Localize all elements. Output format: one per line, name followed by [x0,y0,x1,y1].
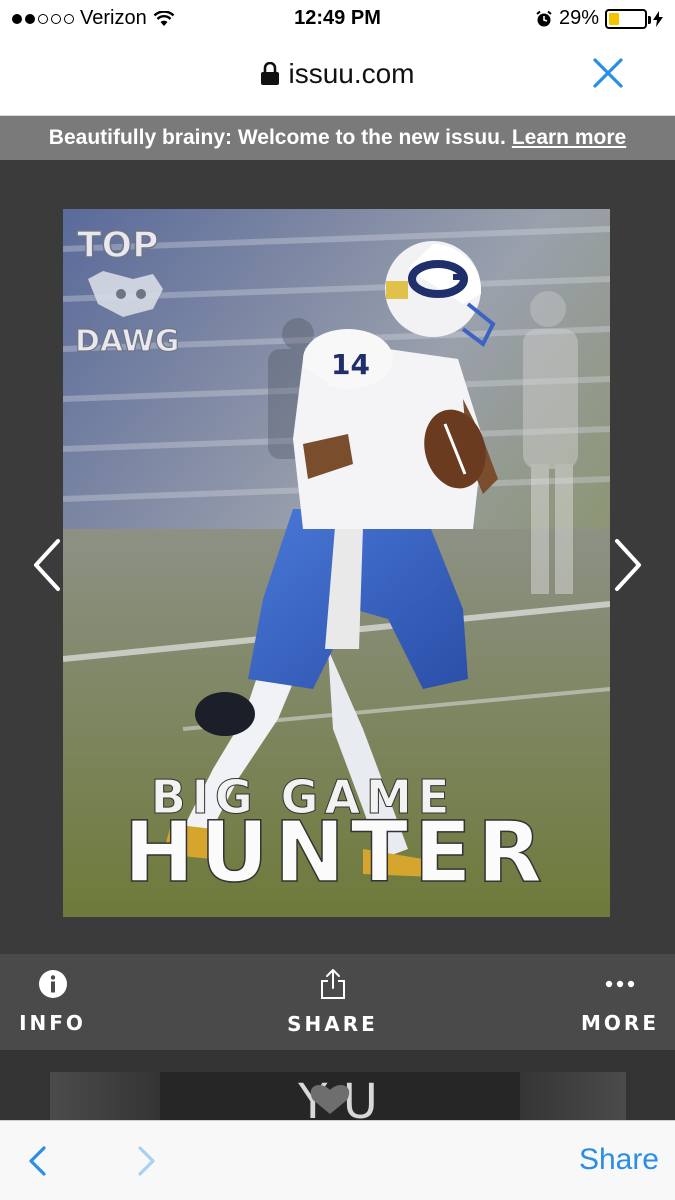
next-page-preview[interactable]: Y U [0,1050,675,1130]
forward-arrow-icon[interactable] [136,1145,158,1177]
announcement-banner: Beautifully brainy: Welcome to the new i… [0,116,675,160]
next-page-button[interactable] [613,538,643,592]
close-icon[interactable] [591,56,625,90]
next-page-image: Y U [160,1072,520,1130]
action-bar: INFO SHARE MORE [0,954,675,1050]
cover-page[interactable]: 14 TOP DAWG BIG GAME HUNTER [63,209,610,917]
next-page-thumbnail: Y U [50,1072,626,1130]
banner-text: Beautifully brainy: Welcome to the new i… [48,126,506,149]
cover-image: 14 TOP DAWG BIG GAME HUNTER [63,209,610,917]
url-bar: issuu.com [0,38,675,116]
lock-icon [261,62,280,85]
charging-icon [653,10,663,27]
battery-info: 29% [535,7,663,30]
info-button[interactable]: INFO [0,954,105,1050]
logo-top-text: TOP [77,225,159,266]
previous-page-button[interactable] [32,538,62,592]
more-label: MORE [581,1011,659,1035]
jersey-number: 14 [331,348,370,381]
domain-text: issuu.com [288,58,415,89]
back-arrow-icon[interactable] [26,1145,48,1177]
share-icon [320,969,345,999]
info-icon [38,970,67,998]
share-button[interactable]: SHARE [280,954,385,1050]
status-bar: Verizon 12:49 PM 29% [0,0,675,38]
toolbar-share-button[interactable]: Share [579,1143,659,1177]
info-label: INFO [19,1011,86,1035]
logo-bottom-text: DAWG [75,324,180,359]
battery-icon [605,8,651,29]
battery-percent: 29% [558,7,599,29]
alarm-icon [536,10,552,26]
more-dots-icon [605,980,635,988]
document-viewer: 14 TOP DAWG BIG GAME HUNTER [0,160,675,954]
learn-more-link[interactable]: Learn more [512,126,626,150]
address-display[interactable]: issuu.com [0,58,675,90]
browser-toolbar: Share [0,1120,675,1200]
more-button[interactable]: MORE [565,954,675,1050]
share-label: SHARE [287,1012,378,1036]
headline-large: HUNTER [124,803,548,901]
